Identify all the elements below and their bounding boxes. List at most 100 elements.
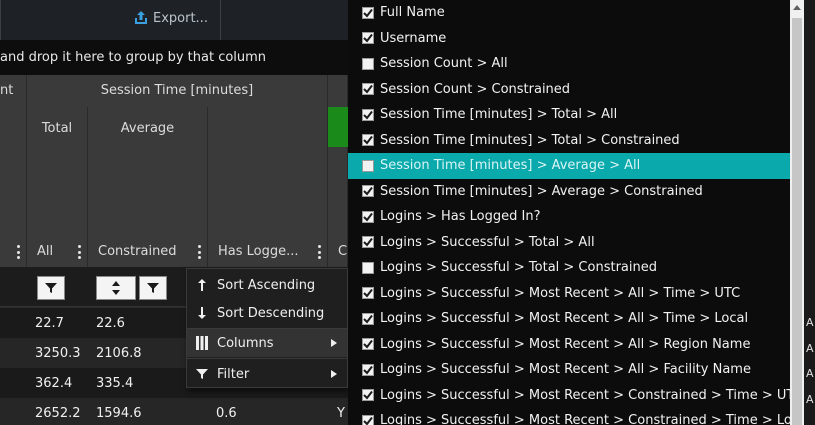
- menu-item-filter[interactable]: Filter: [187, 360, 347, 388]
- column-chooser-item[interactable]: Session Time [minutes] > Total > All: [348, 102, 790, 128]
- column-chooser-panel: Full Name Username Session Count > All Sess…: [348, 0, 790, 425]
- table-cell: 22.6: [96, 316, 125, 331]
- column-group-header[interactable]: nt: [0, 75, 27, 107]
- column-chooser-item[interactable]: Session Time [minutes] > Average > All: [348, 153, 790, 179]
- column-chooser-item[interactable]: Full Name: [348, 0, 790, 26]
- arrow-down-icon: [187, 307, 217, 319]
- column-header-total-all[interactable]: All: [27, 147, 88, 267]
- checkbox-unchecked-icon[interactable]: [362, 159, 374, 172]
- column-chooser-item[interactable]: Session Time [minutes] > Total > Constra…: [348, 128, 790, 154]
- table-cell: 1594.6: [96, 406, 142, 421]
- column-group-label: nt: [0, 83, 14, 98]
- checkbox-unchecked-icon[interactable]: [362, 261, 374, 274]
- checkbox-checked-icon[interactable]: [362, 389, 374, 402]
- table-cell: A: [806, 316, 814, 329]
- column-chooser-item[interactable]: Logins > Successful > Most Recent > All …: [348, 306, 790, 332]
- column-chooser-label: Logins > Successful > Most Recent > Cons…: [380, 413, 790, 425]
- table-row[interactable]: 2652.2 1594.6 0.6 Y: [0, 398, 348, 425]
- sort-icon: [111, 281, 121, 295]
- column-chooser-item[interactable]: Username: [348, 26, 790, 52]
- kebab-icon[interactable]: [197, 245, 201, 259]
- checkbox-checked-icon[interactable]: [362, 414, 374, 425]
- kebab-icon[interactable]: [16, 245, 20, 259]
- column-chooser-label: Session Time [minutes] > Average > Const…: [380, 183, 703, 199]
- menu-item-sort-ascending[interactable]: Sort Ascending: [187, 271, 347, 299]
- export-icon: [133, 10, 149, 26]
- column-chooser-item[interactable]: Logins > Successful > Most Recent > All …: [348, 332, 790, 358]
- column-header-label: Constrained: [98, 244, 177, 259]
- column-chooser-label: Logins > Has Logged In?: [380, 209, 541, 225]
- kebab-icon[interactable]: [317, 245, 321, 259]
- filter-icon: [45, 282, 57, 294]
- column-chooser-label: Full Name: [380, 5, 445, 21]
- column-chooser-item[interactable]: Logins > Successful > Most Recent > All …: [348, 281, 790, 307]
- chevron-right-icon: [331, 370, 337, 378]
- column-chooser-item[interactable]: Logins > Successful > Most Recent > Cons…: [348, 408, 790, 425]
- column-group-session-time[interactable]: Session Time [minutes]: [27, 75, 328, 107]
- menu-item-label: Columns: [217, 335, 274, 351]
- grid-edge: A A A A: [804, 0, 815, 425]
- checkbox-checked-icon[interactable]: [362, 287, 374, 300]
- checkbox-checked-icon[interactable]: [362, 108, 374, 121]
- column-chooser-item[interactable]: Logins > Has Logged In?: [348, 204, 790, 230]
- checkbox-checked-icon[interactable]: [362, 32, 374, 45]
- menu-item-sort-descending[interactable]: Sort Descending: [187, 299, 347, 327]
- column-chooser-label: Session Count > All: [380, 56, 508, 72]
- column-chooser-label: Logins > Successful > Most Recent > All …: [380, 285, 741, 301]
- column-chooser-item[interactable]: Logins > Successful > Total > Constraine…: [348, 255, 790, 281]
- checkbox-checked-icon[interactable]: [362, 134, 374, 147]
- filter-icon: [187, 368, 217, 380]
- column-chooser-label: Logins > Successful > Most Recent > All …: [380, 336, 751, 352]
- column-chooser-item[interactable]: Logins > Successful > Most Recent > All …: [348, 357, 790, 383]
- column-chooser-scrollbar[interactable]: [790, 0, 804, 425]
- column-header-label: Has Logge...: [218, 244, 299, 259]
- menu-item-label: Filter: [217, 366, 250, 382]
- column-subgroup-label: Total: [41, 121, 73, 136]
- sort-button[interactable]: [96, 276, 136, 300]
- column-chooser-label: Logins > Successful > Most Recent > All …: [380, 311, 749, 327]
- column-context-menu: Sort Ascending Sort Descending Columns F…: [186, 268, 348, 388]
- column-chooser-item[interactable]: Logins > Successful > Total > All: [348, 230, 790, 256]
- toolbar-separator: [220, 0, 221, 40]
- checkbox-checked-icon[interactable]: [362, 312, 374, 325]
- export-button[interactable]: Export...: [133, 7, 208, 29]
- column-chooser-label: Session Time [minutes] > Total > Constra…: [380, 132, 680, 148]
- filter-button[interactable]: [37, 276, 65, 300]
- checkbox-checked-icon[interactable]: [362, 210, 374, 223]
- column-chooser-item[interactable]: Session Count > All: [348, 51, 790, 77]
- table-cell: A: [806, 342, 814, 355]
- checkbox-unchecked-icon[interactable]: [362, 57, 374, 70]
- column-group-label: Session Time [minutes]: [100, 83, 254, 98]
- column-header[interactable]: [0, 107, 27, 267]
- column-subgroup-average[interactable]: Average: [88, 107, 208, 147]
- checkbox-checked-icon[interactable]: [362, 338, 374, 351]
- column-subgroup-total[interactable]: Total: [27, 107, 88, 147]
- column-chooser-label: Logins > Successful > Total > All: [380, 234, 595, 250]
- columns-icon: [187, 336, 217, 350]
- column-chooser-item[interactable]: Session Count > Constrained: [348, 77, 790, 103]
- table-cell: 2652.2: [35, 406, 81, 421]
- checkbox-checked-icon[interactable]: [362, 236, 374, 249]
- filter-button[interactable]: [139, 276, 167, 300]
- checkbox-checked-icon[interactable]: [362, 83, 374, 96]
- column-header-has-logged-in[interactable]: Has Logge...: [208, 107, 328, 267]
- column-subgroup-label: Average: [120, 121, 175, 136]
- scroll-up-icon[interactable]: [793, 5, 801, 10]
- checkbox-checked-icon[interactable]: [362, 363, 374, 376]
- column-chooser-label: Username: [380, 30, 447, 46]
- checkbox-checked-icon[interactable]: [362, 185, 374, 198]
- scrollbar-thumb[interactable]: [792, 18, 802, 425]
- column-header-average-constrained[interactable]: Constrained: [88, 147, 208, 267]
- checkbox-checked-icon[interactable]: [362, 6, 374, 19]
- table-cell: 22.7: [35, 316, 64, 331]
- column-header-label: All: [37, 244, 54, 259]
- kebab-icon[interactable]: [77, 245, 81, 259]
- status-color-strip: [328, 107, 348, 147]
- table-cell: 335.4: [96, 376, 134, 391]
- menu-separator: [187, 358, 347, 359]
- menu-item-columns[interactable]: Columns: [187, 329, 347, 357]
- table-cell: A: [806, 393, 814, 406]
- column-chooser-item[interactable]: Logins > Successful > Most Recent > Cons…: [348, 383, 790, 409]
- column-chooser-item[interactable]: Session Time [minutes] > Average > Const…: [348, 179, 790, 205]
- column-chooser-label: Session Time [minutes] > Total > All: [380, 107, 618, 123]
